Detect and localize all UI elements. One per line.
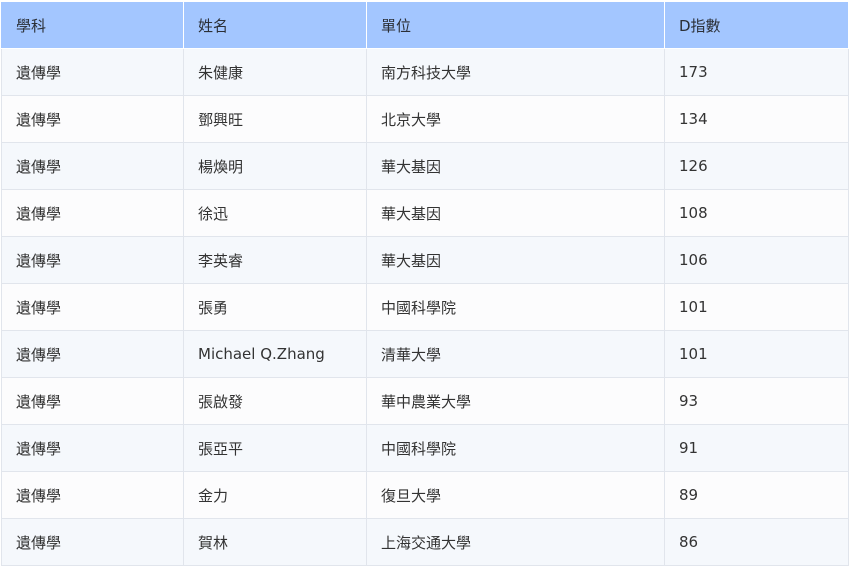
cell-institution: 中國科學院 bbox=[366, 283, 665, 331]
cell-name: 朱健康 bbox=[183, 48, 367, 96]
cell-institution: 上海交通大學 bbox=[366, 518, 665, 566]
table-row: 遺傳學 張勇 中國科學院 101 bbox=[1, 283, 849, 331]
cell-name: Michael Q.Zhang bbox=[183, 330, 367, 378]
header-institution: 單位 bbox=[366, 1, 665, 49]
cell-institution: 北京大學 bbox=[366, 95, 665, 143]
header-d-index: D指數 bbox=[664, 1, 849, 49]
table-row: 遺傳學 張啟發 華中農業大學 93 bbox=[1, 377, 849, 425]
cell-name: 賀林 bbox=[183, 518, 367, 566]
cell-institution: 清華大學 bbox=[366, 330, 665, 378]
cell-name: 楊煥明 bbox=[183, 142, 367, 190]
cell-institution: 華大基因 bbox=[366, 189, 665, 237]
table-row: 遺傳學 張亞平 中國科學院 91 bbox=[1, 424, 849, 472]
cell-d-index: 134 bbox=[664, 95, 849, 143]
header-row: 學科 姓名 單位 D指數 bbox=[1, 1, 849, 49]
cell-name: 鄧興旺 bbox=[183, 95, 367, 143]
table-header: 學科 姓名 單位 D指數 bbox=[1, 1, 849, 49]
ranking-table-container: 學科 姓名 單位 D指數 遺傳學 朱健康 南方科技大學 173 遺傳學 鄧興旺 北京大學 13… bbox=[1, 1, 849, 566]
cell-discipline: 遺傳學 bbox=[1, 330, 184, 378]
cell-discipline: 遺傳學 bbox=[1, 142, 184, 190]
table-body: 遺傳學 朱健康 南方科技大學 173 遺傳學 鄧興旺 北京大學 134 遺傳學 楊煥明 華大基因 12… bbox=[1, 48, 849, 566]
cell-d-index: 93 bbox=[664, 377, 849, 425]
cell-name: 張啟發 bbox=[183, 377, 367, 425]
cell-discipline: 遺傳學 bbox=[1, 236, 184, 284]
cell-d-index: 101 bbox=[664, 330, 849, 378]
cell-d-index: 106 bbox=[664, 236, 849, 284]
cell-name: 金力 bbox=[183, 471, 367, 519]
cell-institution: 中國科學院 bbox=[366, 424, 665, 472]
cell-discipline: 遺傳學 bbox=[1, 189, 184, 237]
header-discipline: 學科 bbox=[1, 1, 184, 49]
cell-discipline: 遺傳學 bbox=[1, 424, 184, 472]
cell-discipline: 遺傳學 bbox=[1, 518, 184, 566]
cell-name: 張勇 bbox=[183, 283, 367, 331]
cell-discipline: 遺傳學 bbox=[1, 48, 184, 96]
cell-discipline: 遺傳學 bbox=[1, 283, 184, 331]
cell-name: 張亞平 bbox=[183, 424, 367, 472]
cell-d-index: 173 bbox=[664, 48, 849, 96]
table-row: 遺傳學 楊煥明 華大基因 126 bbox=[1, 142, 849, 190]
cell-d-index: 89 bbox=[664, 471, 849, 519]
cell-discipline: 遺傳學 bbox=[1, 471, 184, 519]
cell-discipline: 遺傳學 bbox=[1, 377, 184, 425]
cell-d-index: 91 bbox=[664, 424, 849, 472]
cell-d-index: 101 bbox=[664, 283, 849, 331]
header-name: 姓名 bbox=[183, 1, 367, 49]
cell-institution: 華中農業大學 bbox=[366, 377, 665, 425]
table-row: 遺傳學 朱健康 南方科技大學 173 bbox=[1, 48, 849, 96]
cell-d-index: 86 bbox=[664, 518, 849, 566]
cell-name: 李英睿 bbox=[183, 236, 367, 284]
ranking-table: 學科 姓名 單位 D指數 遺傳學 朱健康 南方科技大學 173 遺傳學 鄧興旺 北京大學 13… bbox=[1, 1, 849, 566]
cell-name: 徐迅 bbox=[183, 189, 367, 237]
table-row: 遺傳學 金力 復旦大學 89 bbox=[1, 471, 849, 519]
cell-d-index: 126 bbox=[664, 142, 849, 190]
cell-institution: 華大基因 bbox=[366, 236, 665, 284]
table-row: 遺傳學 賀林 上海交通大學 86 bbox=[1, 518, 849, 566]
table-row: 遺傳學 徐迅 華大基因 108 bbox=[1, 189, 849, 237]
cell-discipline: 遺傳學 bbox=[1, 95, 184, 143]
table-row: 遺傳學 Michael Q.Zhang 清華大學 101 bbox=[1, 330, 849, 378]
table-row: 遺傳學 李英睿 華大基因 106 bbox=[1, 236, 849, 284]
cell-institution: 華大基因 bbox=[366, 142, 665, 190]
table-row: 遺傳學 鄧興旺 北京大學 134 bbox=[1, 95, 849, 143]
cell-institution: 復旦大學 bbox=[366, 471, 665, 519]
cell-institution: 南方科技大學 bbox=[366, 48, 665, 96]
cell-d-index: 108 bbox=[664, 189, 849, 237]
